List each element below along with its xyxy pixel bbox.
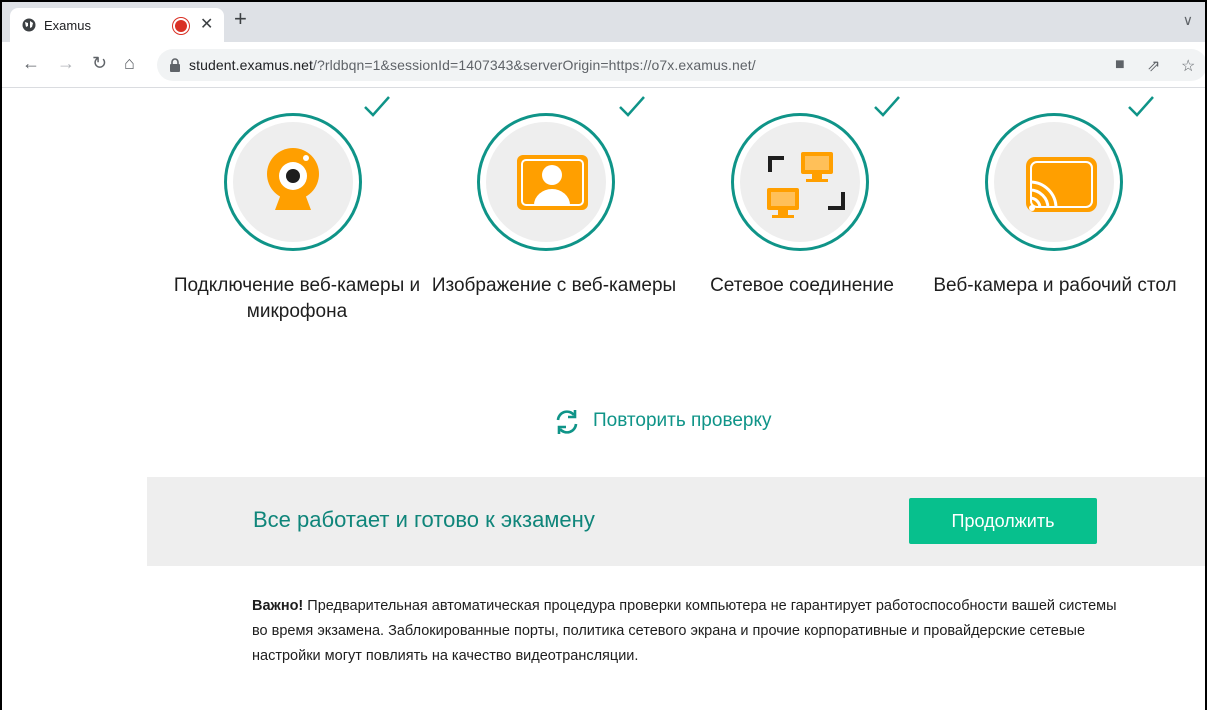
ready-banner: Все работает и готово к экзамену Продолж… [147, 477, 1205, 566]
recording-indicator-icon [175, 20, 187, 32]
tab-search-chevron-icon[interactable]: ∨ [1183, 12, 1193, 29]
reload-icon[interactable]: ↻ [92, 53, 107, 74]
webcam-icon [267, 148, 319, 210]
checkmark-icon [874, 96, 900, 117]
address-bar[interactable]: student.examus.net/?rldbqn=1&sessionId=1… [157, 49, 1205, 81]
step-circle [224, 113, 362, 251]
bookmark-star-icon[interactable]: ☆ [1181, 56, 1195, 76]
back-icon[interactable]: ← [22, 53, 40, 74]
globe-icon [22, 18, 36, 32]
step-circle-inner [486, 122, 606, 242]
url-text: student.examus.net/?rldbqn=1&sessionId=1… [189, 57, 756, 73]
step-label: Изображение с веб-камеры [431, 275, 677, 296]
forward-icon[interactable]: → [57, 53, 75, 74]
check-step-webcam-desktop: Веб-камера и рабочий стол [930, 89, 1180, 319]
step-circle-inner [994, 122, 1114, 242]
step-label: Подключение веб-камеры и микрофона [173, 275, 421, 322]
share-icon[interactable]: ⇗ [1147, 56, 1160, 76]
step-circle-inner [740, 122, 860, 242]
tab-strip: Examus ✕ + ∨ [2, 2, 1205, 42]
browser-tab[interactable]: Examus ✕ [10, 8, 224, 42]
step-circle [985, 113, 1123, 251]
home-icon[interactable]: ⌂ [124, 53, 135, 74]
step-label: Веб-камера и рабочий стол [933, 275, 1177, 296]
check-step-webcam-image: Изображение с веб-камеры [422, 89, 676, 319]
step-circle-inner [233, 122, 353, 242]
step-circle [731, 113, 869, 251]
user-photo-icon [517, 155, 588, 210]
new-tab-icon[interactable]: + [234, 6, 247, 32]
important-note-bold: Важно! [252, 598, 304, 614]
browser-toolbar: ← → ↻ ⌂ student.examus.net/?rldbqn=1&ses… [2, 42, 1205, 88]
step-circle [477, 113, 615, 251]
url-path: /?rldbqn=1&sessionId=1407343&serverOrigi… [313, 57, 756, 73]
retry-check-label: Повторить проверку [593, 410, 772, 431]
tab-close-icon[interactable]: ✕ [200, 14, 213, 34]
continue-button[interactable]: Продолжить [909, 498, 1097, 544]
checkmark-icon [1128, 96, 1154, 117]
browser-window: Examus ✕ + ∨ ← → ↻ ⌂ student.examus.net/… [0, 0, 1207, 710]
screen-cast-icon [1026, 157, 1097, 212]
important-note-text: Предварительная автоматическая процедура… [252, 598, 1117, 664]
network-icon [767, 152, 845, 218]
check-step-network: Сетевое соединение [677, 89, 927, 319]
page-content: Подключение веб-камеры и микрофона Изобр… [2, 89, 1205, 710]
checkmark-icon [619, 96, 645, 117]
url-host: student.examus.net [189, 57, 313, 73]
lock-icon [170, 58, 180, 72]
tab-title: Examus [44, 18, 91, 33]
check-step-webcam: Подключение веб-камеры и микрофона [172, 89, 422, 322]
step-label: Сетевое соединение [710, 275, 894, 296]
important-note: Важно! Предварительная автоматическая пр… [252, 594, 1122, 669]
refresh-icon [556, 410, 578, 434]
camera-in-use-icon[interactable]: ■ [1115, 56, 1125, 74]
checkmark-icon [364, 96, 390, 117]
ready-message: Все работает и готово к экзамену [253, 507, 595, 532]
